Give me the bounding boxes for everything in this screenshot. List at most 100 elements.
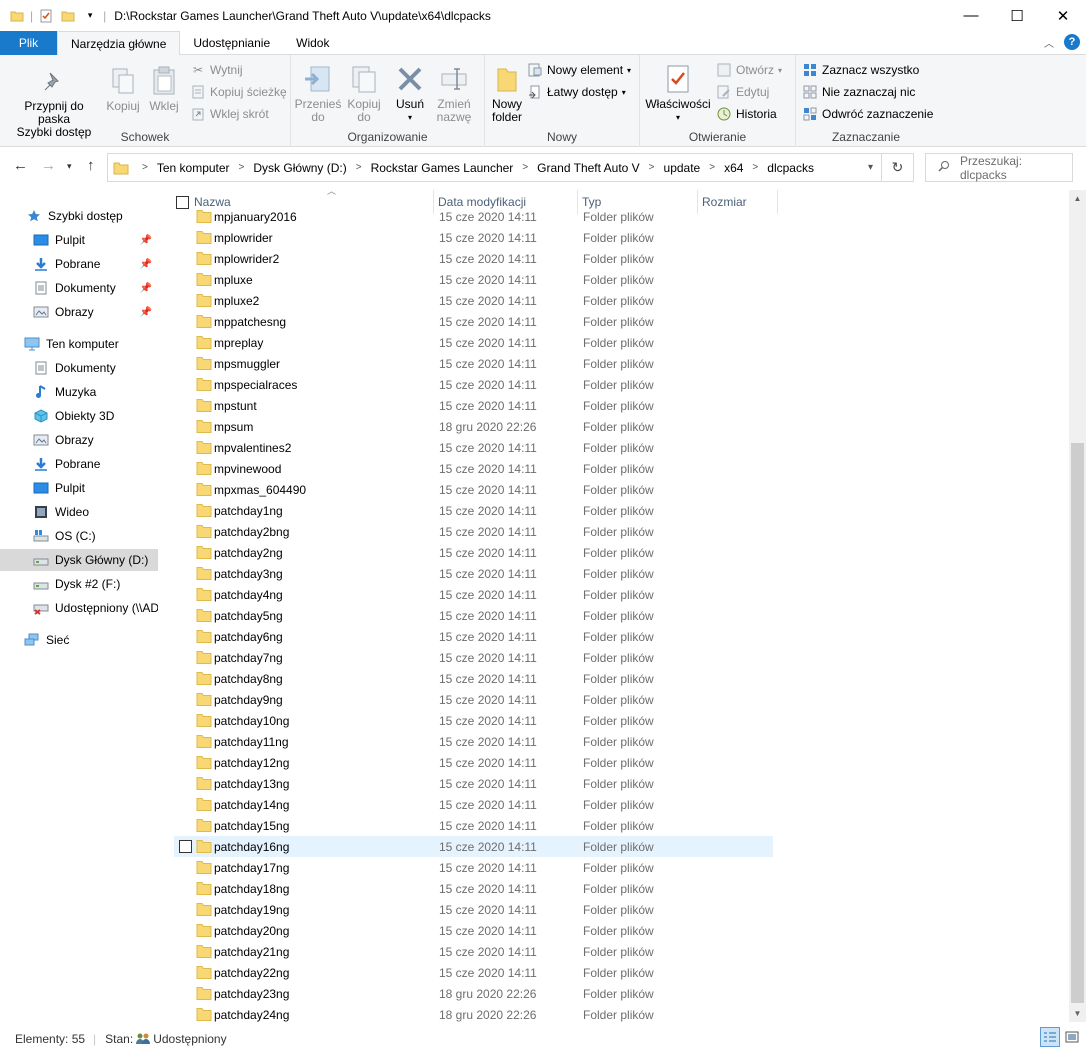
file-row[interactable]: patchday15ng 15 cze 2020 14:11 Folder plik… [174, 815, 773, 836]
new-folder-qat-icon[interactable] [59, 7, 77, 25]
file-row[interactable]: patchday5ng 15 cze 2020 14:11 Folder plikó… [174, 605, 773, 626]
file-row[interactable]: mpjanuary2016 15 cze 2020 14:11 Folder pli… [174, 210, 773, 227]
file-row[interactable]: patchday2bng 15 cze 2020 14:11 Folder plik… [174, 521, 773, 542]
minimize-button[interactable]: — [948, 0, 994, 31]
tab-home[interactable]: Narzędzia główne [57, 31, 181, 56]
file-row[interactable]: patchday8ng 15 cze 2020 14:11 Folder plikó… [174, 668, 773, 689]
file-row[interactable]: mpstunt 15 cze 2020 14:11 Folder plików [174, 395, 773, 416]
breadcrumb-item[interactable]: Rockstar Games Launcher [371, 161, 514, 175]
close-button[interactable]: ✕ [1040, 0, 1086, 31]
file-row[interactable]: mplowrider2 15 cze 2020 14:11 Folder plikó… [174, 248, 773, 269]
file-row[interactable]: patchday1ng 15 cze 2020 14:11 Folder plikó… [174, 500, 773, 521]
breadcrumb-item[interactable]: x64 [724, 161, 743, 175]
row-checkbox[interactable] [179, 840, 192, 853]
breadcrumb-item[interactable]: update [664, 161, 701, 175]
file-row[interactable]: mpvinewood 15 cze 2020 14:11 Folder plików [174, 458, 773, 479]
copy-to-button[interactable]: Kopiuj do [343, 63, 385, 124]
recent-locations-icon[interactable]: ▾ [67, 161, 72, 172]
breadcrumb-item[interactable]: dlcpacks [767, 161, 814, 175]
chevron-right-icon[interactable]: > [239, 162, 245, 173]
file-row[interactable]: mpsmuggler 15 cze 2020 14:11 Folder plików [174, 353, 773, 374]
easy-access-button[interactable]: Łatwy dostęp ▾ [527, 82, 626, 102]
file-row[interactable]: patchday4ng 15 cze 2020 14:11 Folder plikó… [174, 584, 773, 605]
nav-pc-3d-objects[interactable]: Obiekty 3D [0, 405, 158, 427]
open-button[interactable]: Otwórz ▾ [716, 60, 782, 80]
nav-pc-muzyka[interactable]: Muzyka [0, 381, 158, 403]
file-row[interactable]: mpxmas_604490 15 cze 2020 14:11 Folder pli… [174, 479, 773, 500]
nav-pc-pobrane[interactable]: Pobrane [0, 453, 158, 475]
history-button[interactable]: Historia [716, 104, 777, 124]
delete-button[interactable]: Usuń ▾ [391, 63, 429, 124]
file-row[interactable]: patchday20ng 15 cze 2020 14:11 Folder plik… [174, 920, 773, 941]
nav-this-pc[interactable]: Ten komputer [0, 333, 158, 355]
pin-icon[interactable]: 📌 [140, 259, 152, 270]
nav-pc-dokumenty[interactable]: Dokumenty [0, 357, 158, 379]
file-row[interactable]: patchday10ng 15 cze 2020 14:11 Folder plik… [174, 710, 773, 731]
properties-button[interactable]: Właściwości ▾ [644, 63, 712, 124]
address-bar[interactable]: > Ten komputer > Dysk Główny (D:) > Rock… [107, 153, 882, 182]
paste-shortcut-button[interactable]: Wklej skrót [190, 104, 269, 124]
nav-pc-drive-f[interactable]: Dysk #2 (F:) [0, 573, 158, 595]
address-dropdown-icon[interactable]: ▾ [868, 162, 873, 173]
copy-button[interactable]: Kopiuj [104, 65, 142, 113]
file-row[interactable]: mpvalentines2 15 cze 2020 14:11 Folder pli… [174, 437, 773, 458]
chevron-right-icon[interactable]: > [356, 162, 362, 173]
file-row[interactable]: patchday14ng 15 cze 2020 14:11 Folder plik… [174, 794, 773, 815]
vertical-scrollbar[interactable]: ▲ ▼ [1069, 190, 1086, 1022]
pin-icon[interactable]: 📌 [140, 307, 152, 318]
maximize-button[interactable]: ☐ [994, 0, 1040, 31]
move-to-button[interactable]: Przenieś do [295, 63, 341, 124]
large-icons-view-icon[interactable] [1062, 1027, 1082, 1047]
file-row[interactable]: patchday19ng 15 cze 2020 14:11 Folder plik… [174, 899, 773, 920]
invert-selection-button[interactable]: Odwróć zaznaczenie [802, 104, 933, 124]
breadcrumb-item[interactable]: Dysk Główny (D:) [253, 161, 346, 175]
file-row[interactable]: patchday17ng 15 cze 2020 14:11 Folder plik… [174, 857, 773, 878]
pin-quick-access-button[interactable]: Przypnij do paska Szybki dostęp [8, 65, 100, 139]
file-row[interactable]: patchday6ng 15 cze 2020 14:11 Folder plikó… [174, 626, 773, 647]
search-box[interactable]: Przeszukaj: dlcpacks [925, 153, 1073, 182]
details-view-icon[interactable] [1040, 1027, 1060, 1047]
new-folder-button[interactable]: Nowy folder [489, 63, 525, 124]
paste-button[interactable]: Wklej [146, 65, 182, 113]
file-row[interactable]: mpsum 18 gru 2020 22:26 Folder plików [174, 416, 773, 437]
file-row[interactable]: patchday13ng 15 cze 2020 14:11 Folder plik… [174, 773, 773, 794]
file-row[interactable]: mpluxe2 15 cze 2020 14:11 Folder plików [174, 290, 773, 311]
file-row[interactable]: mplowrider 15 cze 2020 14:11 Folder plików [174, 227, 773, 248]
file-row[interactable]: patchday12ng 15 cze 2020 14:11 Folder plik… [174, 752, 773, 773]
scroll-up-arrow-icon[interactable]: ▲ [1069, 190, 1086, 207]
file-row[interactable]: patchday21ng 15 cze 2020 14:11 Folder plik… [174, 941, 773, 962]
nav-quick-obrazy[interactable]: Obrazy 📌 [0, 301, 158, 323]
file-row[interactable]: patchday7ng 15 cze 2020 14:11 Folder plikó… [174, 647, 773, 668]
chevron-right-icon[interactable]: > [752, 162, 758, 173]
cut-button[interactable]: ✂ Wytnij [190, 60, 243, 80]
nav-pc-pulpit[interactable]: Pulpit [0, 477, 158, 499]
file-row[interactable]: mpreplay 15 cze 2020 14:11 Folder plików [174, 332, 773, 353]
chevron-right-icon[interactable]: > [649, 162, 655, 173]
file-row[interactable]: patchday16ng 15 cze 2020 14:11 Folder plik… [174, 836, 773, 857]
nav-pc-drive-c[interactable]: OS (C:) [0, 525, 158, 547]
file-row[interactable]: mpluxe 15 cze 2020 14:11 Folder plików [174, 269, 773, 290]
properties-qat-icon[interactable] [37, 7, 55, 25]
file-row[interactable]: patchday3ng 15 cze 2020 14:11 Folder plikó… [174, 563, 773, 584]
file-row[interactable]: patchday22ng 15 cze 2020 14:11 Folder plik… [174, 962, 773, 983]
nav-quick-access[interactable]: Szybki dostęp [0, 205, 158, 227]
copy-path-button[interactable]: Kopiuj ścieżkę [190, 82, 287, 102]
breadcrumb-item[interactable]: Grand Theft Auto V [537, 161, 640, 175]
select-none-button[interactable]: Nie zaznaczaj nic [802, 82, 915, 102]
pin-icon[interactable]: 📌 [140, 283, 152, 294]
nav-quick-dokumenty[interactable]: Dokumenty 📌 [0, 277, 158, 299]
scrollbar-thumb[interactable] [1071, 443, 1084, 1003]
file-row[interactable]: patchday23ng 18 gru 2020 22:26 Folder plik… [174, 983, 773, 1004]
forward-arrow-icon[interactable]: → [41, 157, 56, 174]
file-row[interactable]: patchday18ng 15 cze 2020 14:11 Folder plik… [174, 878, 773, 899]
customize-qat-icon[interactable]: ▾ [81, 7, 99, 25]
refresh-button[interactable]: ↻ [882, 153, 914, 182]
file-row[interactable]: patchday2ng 15 cze 2020 14:11 Folder plikó… [174, 542, 773, 563]
nav-pc-network-drive[interactable]: Udostępniony (\\AD [0, 597, 158, 619]
new-item-button[interactable]: Nowy element ▾ [527, 60, 631, 80]
nav-network[interactable]: Sieć [0, 629, 158, 651]
rename-button[interactable]: Zmień nazwę [433, 63, 475, 124]
help-icon[interactable]: ? [1064, 34, 1080, 50]
up-arrow-icon[interactable]: ↑ [87, 157, 95, 174]
scroll-down-arrow-icon[interactable]: ▼ [1069, 1005, 1086, 1022]
